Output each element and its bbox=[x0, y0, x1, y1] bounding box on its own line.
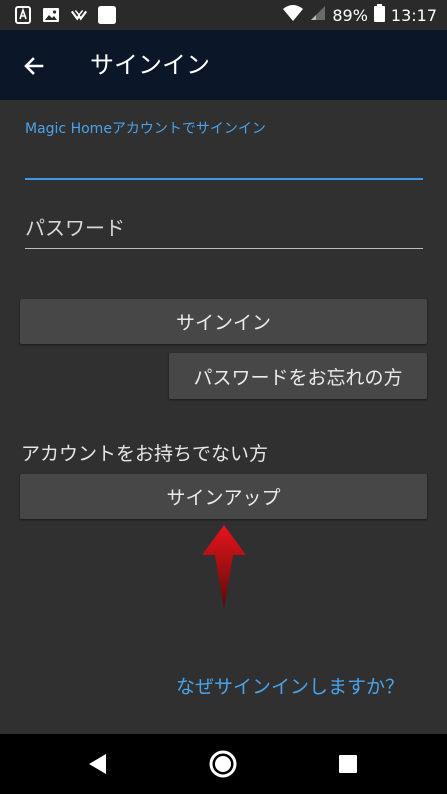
password-field[interactable] bbox=[25, 208, 423, 248]
image-icon bbox=[42, 6, 60, 24]
signin-button[interactable]: サインイン bbox=[20, 299, 427, 344]
signal-icon bbox=[310, 5, 326, 25]
back-arrow-icon bbox=[24, 57, 44, 75]
battery-percent: 89% bbox=[332, 5, 368, 25]
nav-back-button[interactable] bbox=[82, 748, 114, 780]
status-bar: 89% 13:17 bbox=[0, 0, 447, 30]
app-bar: サインイン bbox=[0, 30, 447, 100]
nav-home-button[interactable] bbox=[207, 748, 239, 780]
email-field-container bbox=[25, 140, 423, 180]
back-button[interactable] bbox=[14, 46, 54, 86]
home-circle-icon bbox=[209, 750, 237, 778]
notification-a-icon bbox=[14, 6, 32, 24]
no-account-text: アカウントをお持ちでない方 bbox=[21, 443, 269, 465]
red-up-arrow-icon bbox=[202, 525, 246, 609]
page-title: サインイン bbox=[90, 51, 210, 79]
password-field-container bbox=[25, 208, 423, 249]
email-field[interactable] bbox=[25, 140, 423, 178]
navigation-bar bbox=[0, 734, 447, 794]
forgot-password-button[interactable]: パスワードをお忘れの方 bbox=[169, 353, 427, 399]
app-logo-icon bbox=[70, 6, 88, 24]
nav-recents-button[interactable] bbox=[332, 748, 364, 780]
status-indicators: 89% 13:17 bbox=[282, 0, 437, 30]
back-triangle-icon bbox=[89, 754, 106, 774]
recents-square-icon bbox=[339, 755, 357, 773]
status-notifications bbox=[0, 6, 116, 24]
status-time: 13:17 bbox=[390, 5, 437, 25]
battery-icon bbox=[373, 4, 385, 26]
signup-button[interactable]: サインアップ bbox=[20, 474, 427, 519]
email-field-label: Magic Homeアカウントでサインイン bbox=[25, 121, 266, 137]
blank-square-icon bbox=[98, 6, 116, 24]
wifi-icon bbox=[282, 4, 304, 26]
why-signin-link[interactable]: なぜサインインしますか？ bbox=[176, 672, 404, 699]
